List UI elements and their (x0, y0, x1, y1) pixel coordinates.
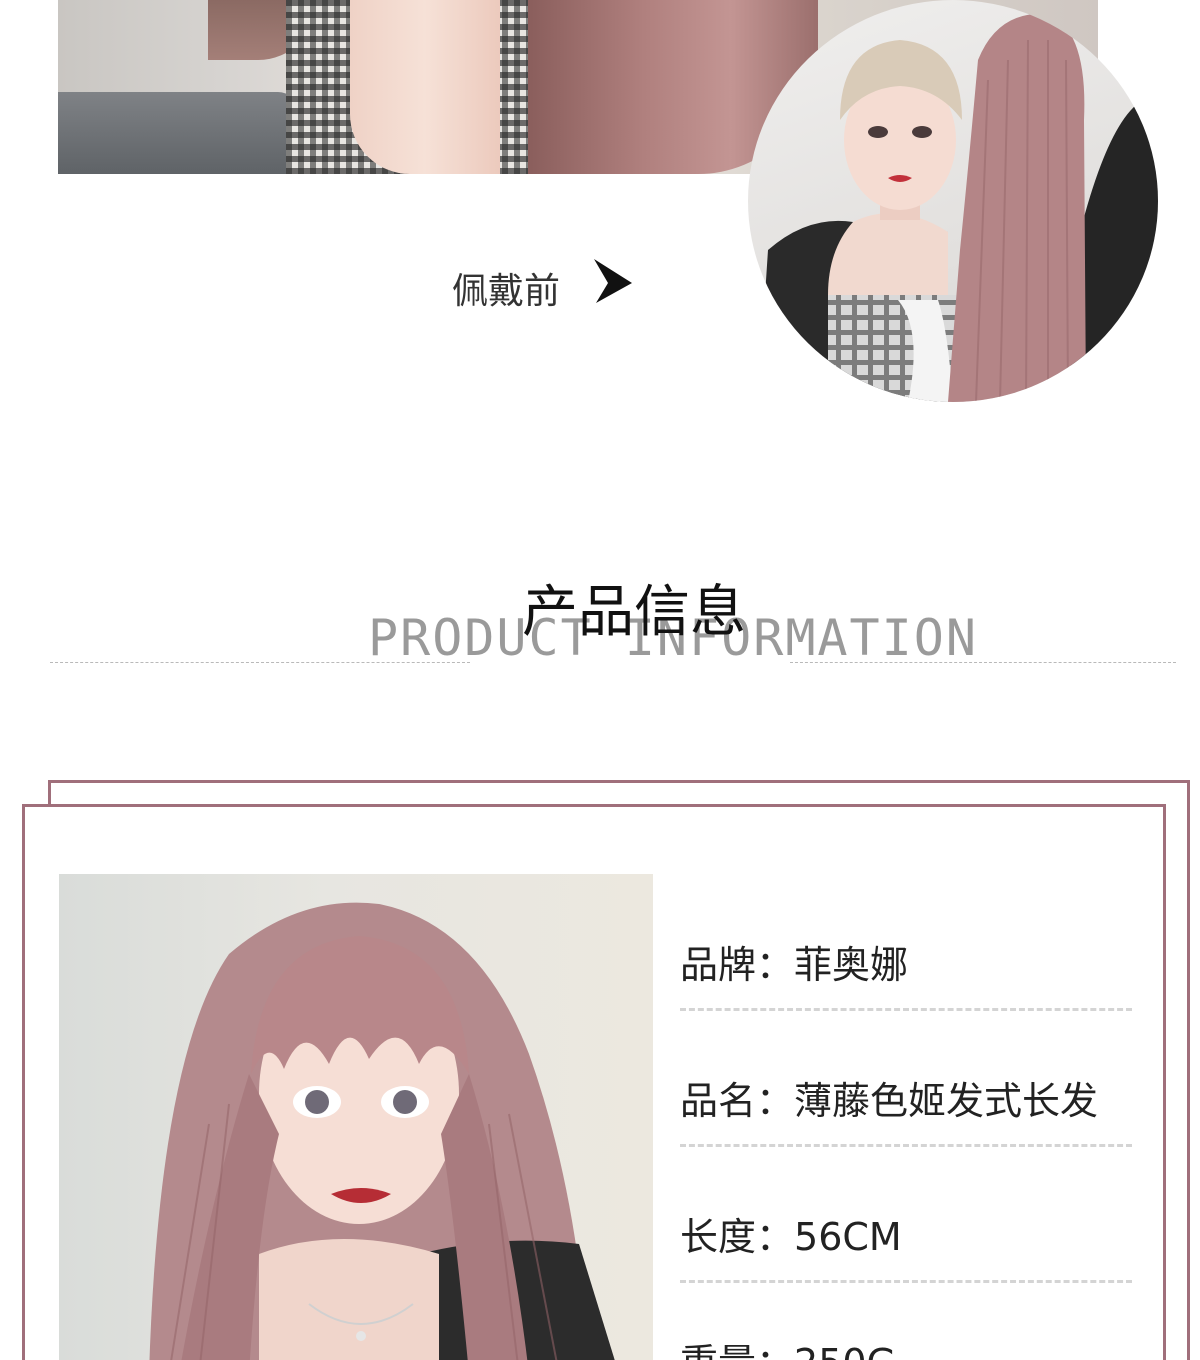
spec-key: 重量 (680, 1341, 756, 1360)
spec-row-length: 长度：56CM (680, 1214, 1150, 1283)
spec-value: 56CM (794, 1215, 902, 1259)
dashed-separator (680, 1280, 1132, 1283)
spec-row-product-name: 品名：薄藤色姬发式长发 (680, 1078, 1150, 1147)
before-wearing-photo (748, 0, 1158, 402)
dashed-separator (680, 1008, 1132, 1011)
spec-key: 长度 (680, 1215, 757, 1259)
spec-key: 品名 (680, 1079, 757, 1123)
spec-colon: ： (756, 1215, 795, 1259)
arm (350, 0, 500, 174)
product-model-photo (59, 874, 653, 1360)
product-model-illustration (149, 902, 615, 1360)
section-title-cn: 产品信息 (522, 580, 746, 645)
spec-colon: ： (756, 1079, 795, 1123)
spec-key: 品牌 (680, 943, 757, 987)
before-wearing-illustration (758, 13, 1158, 402)
dashed-separator (680, 1144, 1132, 1147)
sofa (58, 92, 298, 174)
spec-row-brand: 品牌：菲奥娜 (680, 942, 1150, 1011)
arrow-right-icon (594, 259, 632, 303)
spec-colon: ： (756, 1341, 794, 1360)
spec-colon: ： (756, 943, 795, 987)
spec-row-weight: 重量：250G (680, 1340, 1150, 1360)
spec-value: 250G (794, 1341, 896, 1360)
spec-value: 菲奥娜 (794, 943, 909, 987)
before-wearing-label: 佩戴前 (452, 271, 561, 312)
spec-value: 薄藤色姬发式长发 (794, 1079, 1099, 1123)
